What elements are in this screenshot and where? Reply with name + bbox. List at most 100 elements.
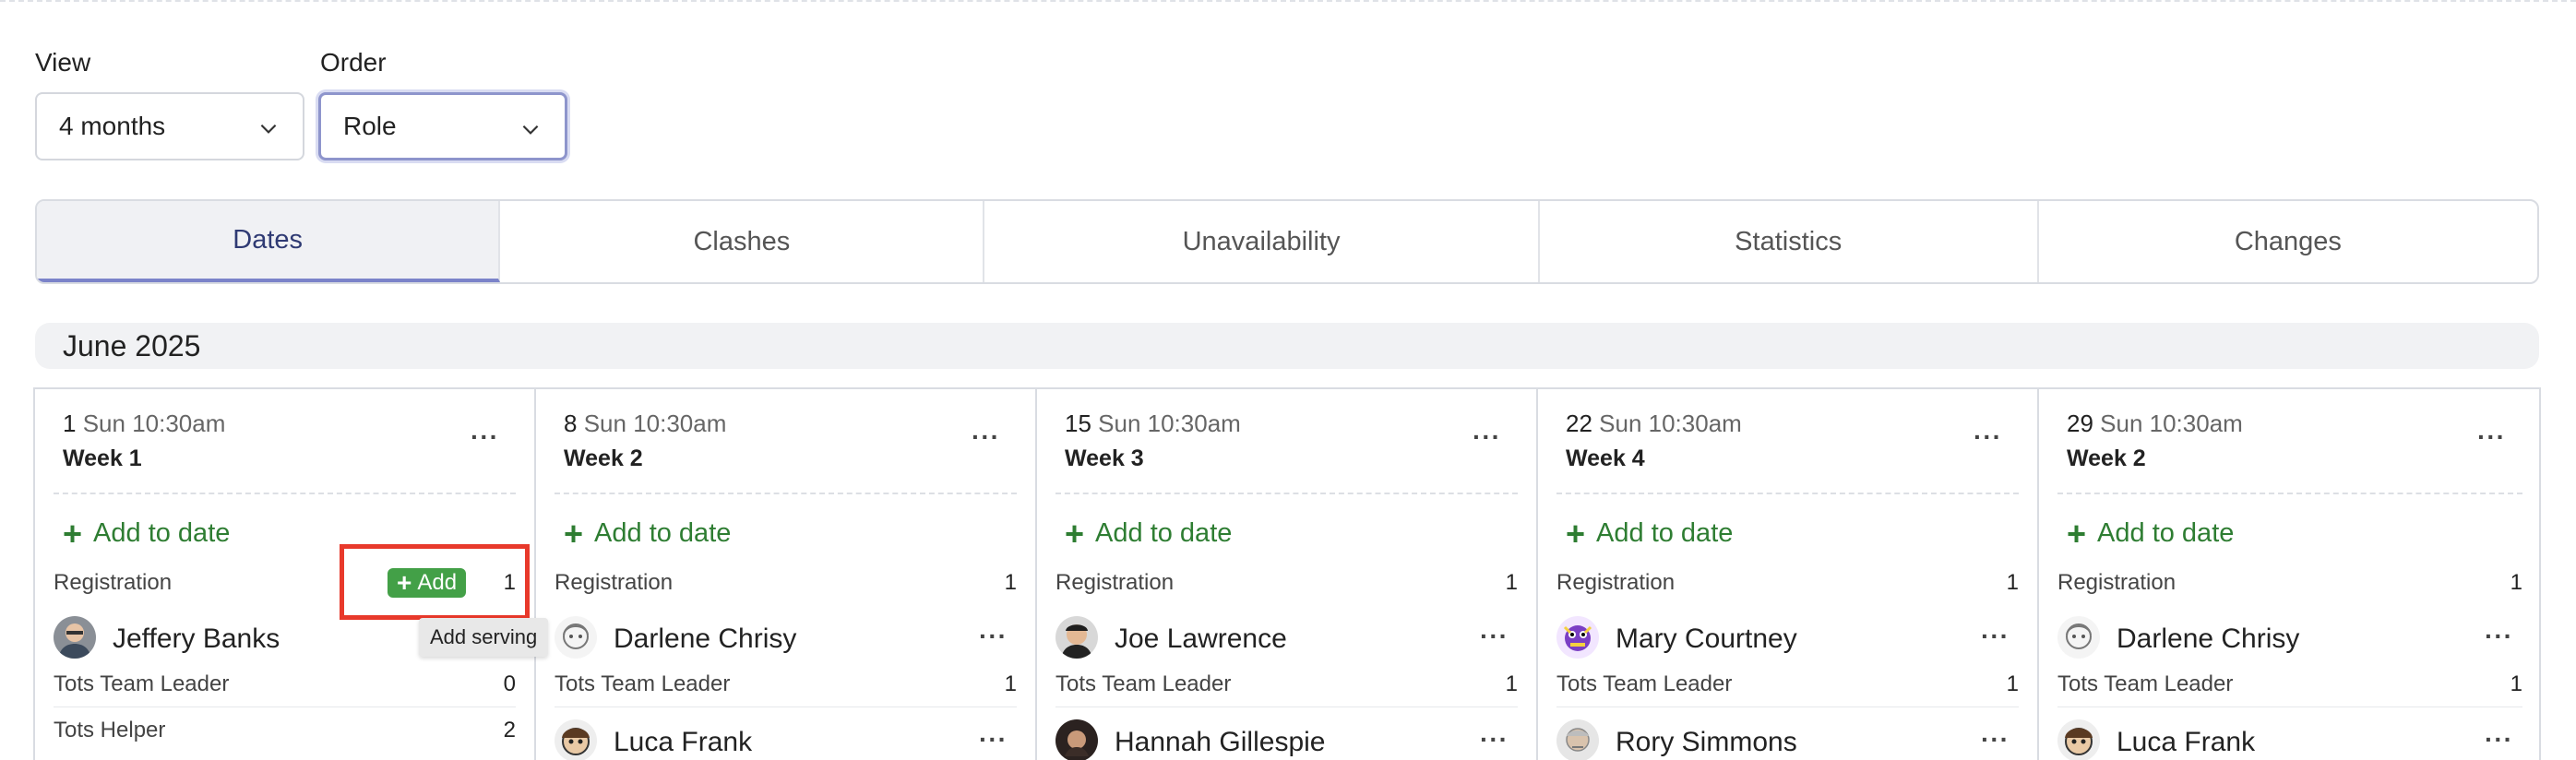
add-to-date-label: Add to date <box>1095 518 1233 548</box>
date-heading: 8 Sun 10:30am <box>564 410 726 438</box>
person-row[interactable]: Joe Lawrence ··· <box>1055 616 1518 660</box>
role-row: Tots Team Leader 1 <box>1556 671 2019 707</box>
add-to-date-label: Add to date <box>93 518 231 548</box>
more-options-icon[interactable]: ··· <box>1981 623 2010 649</box>
date-column: 29 Sun 10:30am Week 2 ··· + Add to date R… <box>2039 389 2539 760</box>
role-row: Registration 1 <box>1055 570 1518 600</box>
person-name: Darlene Chrisy <box>614 623 797 654</box>
more-options-icon[interactable]: ··· <box>972 424 1000 450</box>
date-time: Sun 10:30am <box>1098 410 1241 437</box>
plus-icon: + <box>2067 514 2087 552</box>
avatar <box>1055 719 1098 760</box>
role-name: Tots Team Leader <box>54 671 230 696</box>
role-row: Tots Team Leader 1 <box>2057 671 2522 707</box>
add-to-date-button[interactable]: + Add to date <box>63 517 231 550</box>
person-name: Mary Courtney <box>1616 623 1797 654</box>
date-heading: 15 Sun 10:30am <box>1065 410 1241 438</box>
role-count: 1 <box>1004 671 1017 696</box>
person-name: Jeffery Banks <box>113 623 280 654</box>
person-row[interactable]: Hannah Gillespie ··· <box>1055 719 1518 760</box>
more-options-icon[interactable]: ··· <box>2477 424 2506 450</box>
role-name: Registration <box>2057 570 2176 595</box>
date-column: 15 Sun 10:30am Week 3 ··· + Add to date R… <box>1037 389 1538 760</box>
tab-statistics[interactable]: Statistics <box>1540 201 2039 282</box>
divider <box>1556 493 2019 494</box>
more-options-icon[interactable]: ··· <box>979 623 1008 649</box>
divider <box>2057 493 2522 494</box>
avatar <box>54 616 96 659</box>
chevron-down-icon <box>260 124 277 134</box>
role-name: Tots Team Leader <box>555 671 731 696</box>
tab-clashes[interactable]: Clashes <box>500 201 985 282</box>
view-select[interactable]: 4 months <box>35 92 304 160</box>
divider <box>54 493 516 494</box>
person-name: Luca Frank <box>2117 727 2256 757</box>
date-column: 8 Sun 10:30am Week 2 ··· + Add to date Re… <box>536 389 1037 760</box>
date-day: 1 <box>63 410 77 437</box>
add-to-date-label: Add to date <box>1596 518 1734 548</box>
tab-unavailability[interactable]: Unavailability <box>984 201 1540 282</box>
role-row: Tots Team Leader 1 <box>1055 671 1518 707</box>
person-name: Luca Frank <box>614 727 753 757</box>
plus-icon: + <box>1566 514 1586 552</box>
add-to-date-button[interactable]: + Add to date <box>2067 514 2235 552</box>
more-options-icon[interactable]: ··· <box>1480 727 1509 753</box>
person-row[interactable]: Darlene Chrisy ··· <box>2057 616 2522 660</box>
more-options-icon[interactable]: ··· <box>1974 424 2002 450</box>
role-row: Registration 1 <box>2057 570 2522 600</box>
date-heading: 22 Sun 10:30am <box>1566 410 1742 438</box>
tab-changes[interactable]: Changes <box>2039 201 2537 282</box>
date-column: 22 Sun 10:30am Week 4 ··· + Add to date R… <box>1538 389 2039 760</box>
role-name: Registration <box>555 570 674 595</box>
plus-icon: + <box>564 514 584 552</box>
role-count: 1 <box>2510 671 2522 696</box>
more-options-icon[interactable]: ··· <box>979 727 1008 753</box>
person-row[interactable]: Luca Frank ··· <box>555 719 1017 760</box>
week-label: Week 3 <box>1065 445 1144 471</box>
order-label: Order <box>320 48 387 77</box>
add-to-date-button[interactable]: + Add to date <box>1065 514 1233 552</box>
add-to-date-button[interactable]: + Add to date <box>1566 514 1734 552</box>
role-row: Tots Helper 2 <box>54 718 516 747</box>
view-select-value: 4 months <box>59 112 166 140</box>
role-row: Registration 1 <box>1556 570 2019 600</box>
role-name: Tots Helper <box>54 718 166 742</box>
date-day: 22 <box>1566 410 1592 437</box>
more-options-icon[interactable]: ··· <box>2485 623 2513 649</box>
highlight-box <box>340 544 530 620</box>
week-label: Week 2 <box>2067 445 2146 471</box>
role-row: Tots Team Leader 0 <box>54 671 516 707</box>
more-options-icon[interactable]: ··· <box>1473 424 1501 450</box>
role-count: 1 <box>2006 570 2019 595</box>
add-to-date-button[interactable]: + Add to date <box>564 514 731 552</box>
date-time: Sun 10:30am <box>583 410 727 437</box>
person-row[interactable]: Mary Courtney ··· <box>1556 616 2019 660</box>
person-name: Joe Lawrence <box>1115 623 1287 654</box>
more-options-icon[interactable]: ··· <box>1480 623 1509 649</box>
week-label: Week 4 <box>1566 445 1645 471</box>
person-name: Hannah Gillespie <box>1115 727 1326 757</box>
week-label: Week 1 <box>63 445 142 471</box>
add-to-date-label: Add to date <box>2097 518 2235 548</box>
date-day: 29 <box>2067 410 2093 437</box>
role-name: Tots Team Leader <box>2057 671 2234 696</box>
tab-dates[interactable]: Dates <box>37 201 501 282</box>
person-row[interactable]: Rory Simmons ··· <box>1556 719 2019 760</box>
avatar <box>1556 719 1599 760</box>
avatar <box>555 719 597 760</box>
more-options-icon[interactable]: ··· <box>1981 727 2010 753</box>
date-time: Sun 10:30am <box>2100 410 2243 437</box>
month-header: June 2025 <box>35 323 2539 369</box>
role-count: 1 <box>1505 671 1518 696</box>
plus-icon: + <box>1065 514 1085 552</box>
person-row[interactable]: Luca Frank ··· <box>2057 719 2522 760</box>
role-name: Tots Team Leader <box>1055 671 1232 696</box>
role-row: Registration 1 <box>555 570 1017 600</box>
person-row[interactable]: Darlene Chrisy ··· <box>555 616 1017 660</box>
more-options-icon[interactable]: ··· <box>471 424 499 450</box>
divider <box>1055 493 1518 494</box>
order-select[interactable]: Role <box>318 92 567 160</box>
more-options-icon[interactable]: ··· <box>2485 727 2513 753</box>
date-heading: 1 Sun 10:30am <box>63 410 225 438</box>
date-day: 15 <box>1065 410 1091 437</box>
